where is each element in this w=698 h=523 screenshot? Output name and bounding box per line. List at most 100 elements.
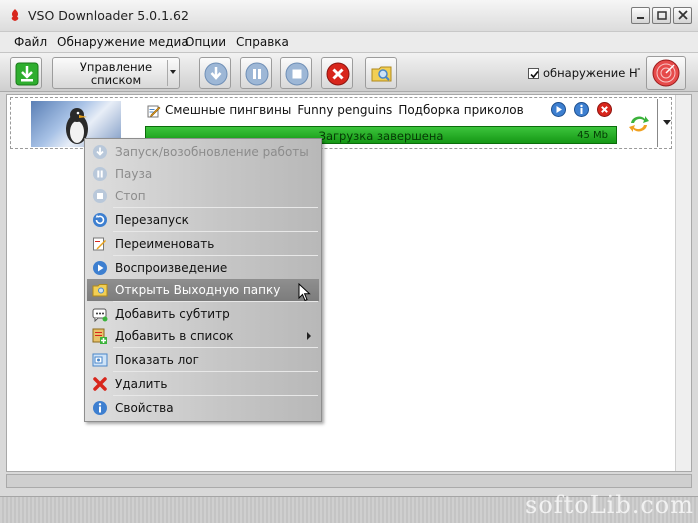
item-options-dropdown[interactable] [657,99,675,147]
context-menu-item-download: Запуск/возобновление работы [87,141,319,163]
chevron-right-icon [307,332,311,340]
download-icon [204,62,228,86]
stop-icon [93,189,107,203]
stop-button[interactable] [280,57,312,89]
menu-media-detection[interactable]: Обнаружение медиа [57,35,189,49]
context-menu-label: Переименовать [115,237,215,251]
list-management-label-2: списком [90,73,142,87]
download-title-part: Funny penguins [297,103,393,117]
context-menu-item-restart[interactable]: Перезапуск [87,209,319,231]
mouse-cursor-icon [298,283,311,302]
menu-help[interactable]: Справка [236,35,289,49]
add-download-button[interactable] [10,57,42,89]
menu-file[interactable]: Файл [14,35,47,49]
window-title: VSO Downloader 5.0.1.62 [28,8,189,23]
window-controls [631,7,692,24]
http-detection-toggle[interactable]: обнаружение HTTP [528,66,640,80]
start-button[interactable] [199,57,231,89]
context-menu-label: Добавить в список [115,329,234,343]
menu-bar: Файл Обнаружение медиа Опции Справка [0,32,698,52]
item-actions [551,102,612,117]
context-menu-label: Добавить субтитр [115,307,230,321]
context-menu-label: Воспроизведение [115,261,228,275]
context-menu-separator [113,207,318,208]
title-bar: VSO Downloader 5.0.1.62 [0,0,698,32]
list-management-separator [167,60,168,86]
checkmark-icon [530,70,539,78]
pause-button[interactable] [240,57,272,89]
download-title: Смешные пингвины Funny penguins Подборка… [165,103,524,117]
rename-icon [93,237,106,251]
remove-icon[interactable] [597,102,612,117]
close-button[interactable] [673,7,692,24]
play-icon[interactable] [551,102,566,117]
context-menu-item-stop: Стоп [87,185,319,207]
context-menu-separator [113,301,318,302]
convert-refresh-icon[interactable] [628,114,650,134]
context-menu-item-delete[interactable]: Удалить [87,373,319,395]
context-menu-item-log[interactable]: Показать лог [87,349,319,371]
context-menu-separator [113,395,318,396]
context-menu-item-play[interactable]: Воспроизведение [87,257,319,279]
chevron-down-icon [663,120,671,125]
info-icon [93,401,107,415]
restart-icon [93,213,107,227]
edit-title-icon[interactable] [147,104,161,118]
context-menu-separator [113,231,318,232]
maximize-button[interactable] [652,7,671,24]
stop-icon [285,62,309,86]
list-management-button[interactable]: Управление списком [52,57,180,89]
maximize-icon [657,11,667,20]
subtitle-icon [92,308,108,322]
http-detection-checkbox[interactable] [528,67,539,79]
delete-icon [326,62,350,86]
media-detector-button[interactable] [646,56,686,90]
context-menu-item-pause: Пауза [87,163,319,185]
delete-icon [93,377,107,391]
vertical-scrollbar[interactable] [675,95,691,471]
download-size: 45 Mb [577,130,608,141]
toolbar: Управление списком обнаружение H [0,52,698,92]
open-folder-button[interactable] [365,57,397,89]
context-menu-label: Свойства [115,401,174,415]
download-green-icon [15,62,39,86]
radar-icon [652,59,680,87]
download-title-part: Подборка приколов [398,103,524,117]
context-menu: Запуск/возобновление работы Пауза Стоп Пере… [84,138,322,422]
context-menu-label: Удалить [115,377,168,391]
app-logo-icon [11,9,19,21]
minimize-button[interactable] [631,7,650,24]
context-menu-item-subtitle[interactable]: Добавить субтитр [87,303,319,325]
context-menu-label: Открыть Выходную папку [115,283,281,297]
folder-icon [371,66,392,82]
context-menu-label: Перезапуск [115,213,189,227]
download-icon [93,145,107,159]
play-icon [93,261,107,275]
minimize-icon [637,17,644,19]
horizontal-scrollbar[interactable] [6,474,692,488]
context-menu-label: Запуск/возобновление работы [115,145,309,159]
context-menu-separator [113,371,318,372]
add-list-icon [92,328,107,344]
folder-icon [92,284,108,297]
context-menu-item-rename[interactable]: Переименовать [87,233,319,255]
close-icon [678,10,688,20]
http-detection-label: обнаружение HTTP [543,66,640,80]
context-menu-label: Стоп [115,189,146,203]
context-menu-label: Показать лог [115,353,199,367]
menu-options[interactable]: Опции [185,35,226,49]
pause-icon [245,62,269,86]
watermark: softoLib.com [525,491,694,519]
context-menu-item-info[interactable]: Свойства [87,397,319,419]
context-menu-label: Пауза [115,167,153,181]
context-menu-separator [113,255,318,256]
log-icon [92,353,108,367]
chevron-down-icon [170,70,176,74]
info-icon[interactable] [574,102,589,117]
context-menu-item-folder[interactable]: Открыть Выходную папку [87,279,319,301]
context-menu-separator [113,347,318,348]
delete-button[interactable] [321,57,353,89]
context-menu-item-add-list[interactable]: Добавить в список [87,325,319,347]
pause-icon [93,167,107,181]
download-title-part: Смешные пингвины [165,103,292,117]
